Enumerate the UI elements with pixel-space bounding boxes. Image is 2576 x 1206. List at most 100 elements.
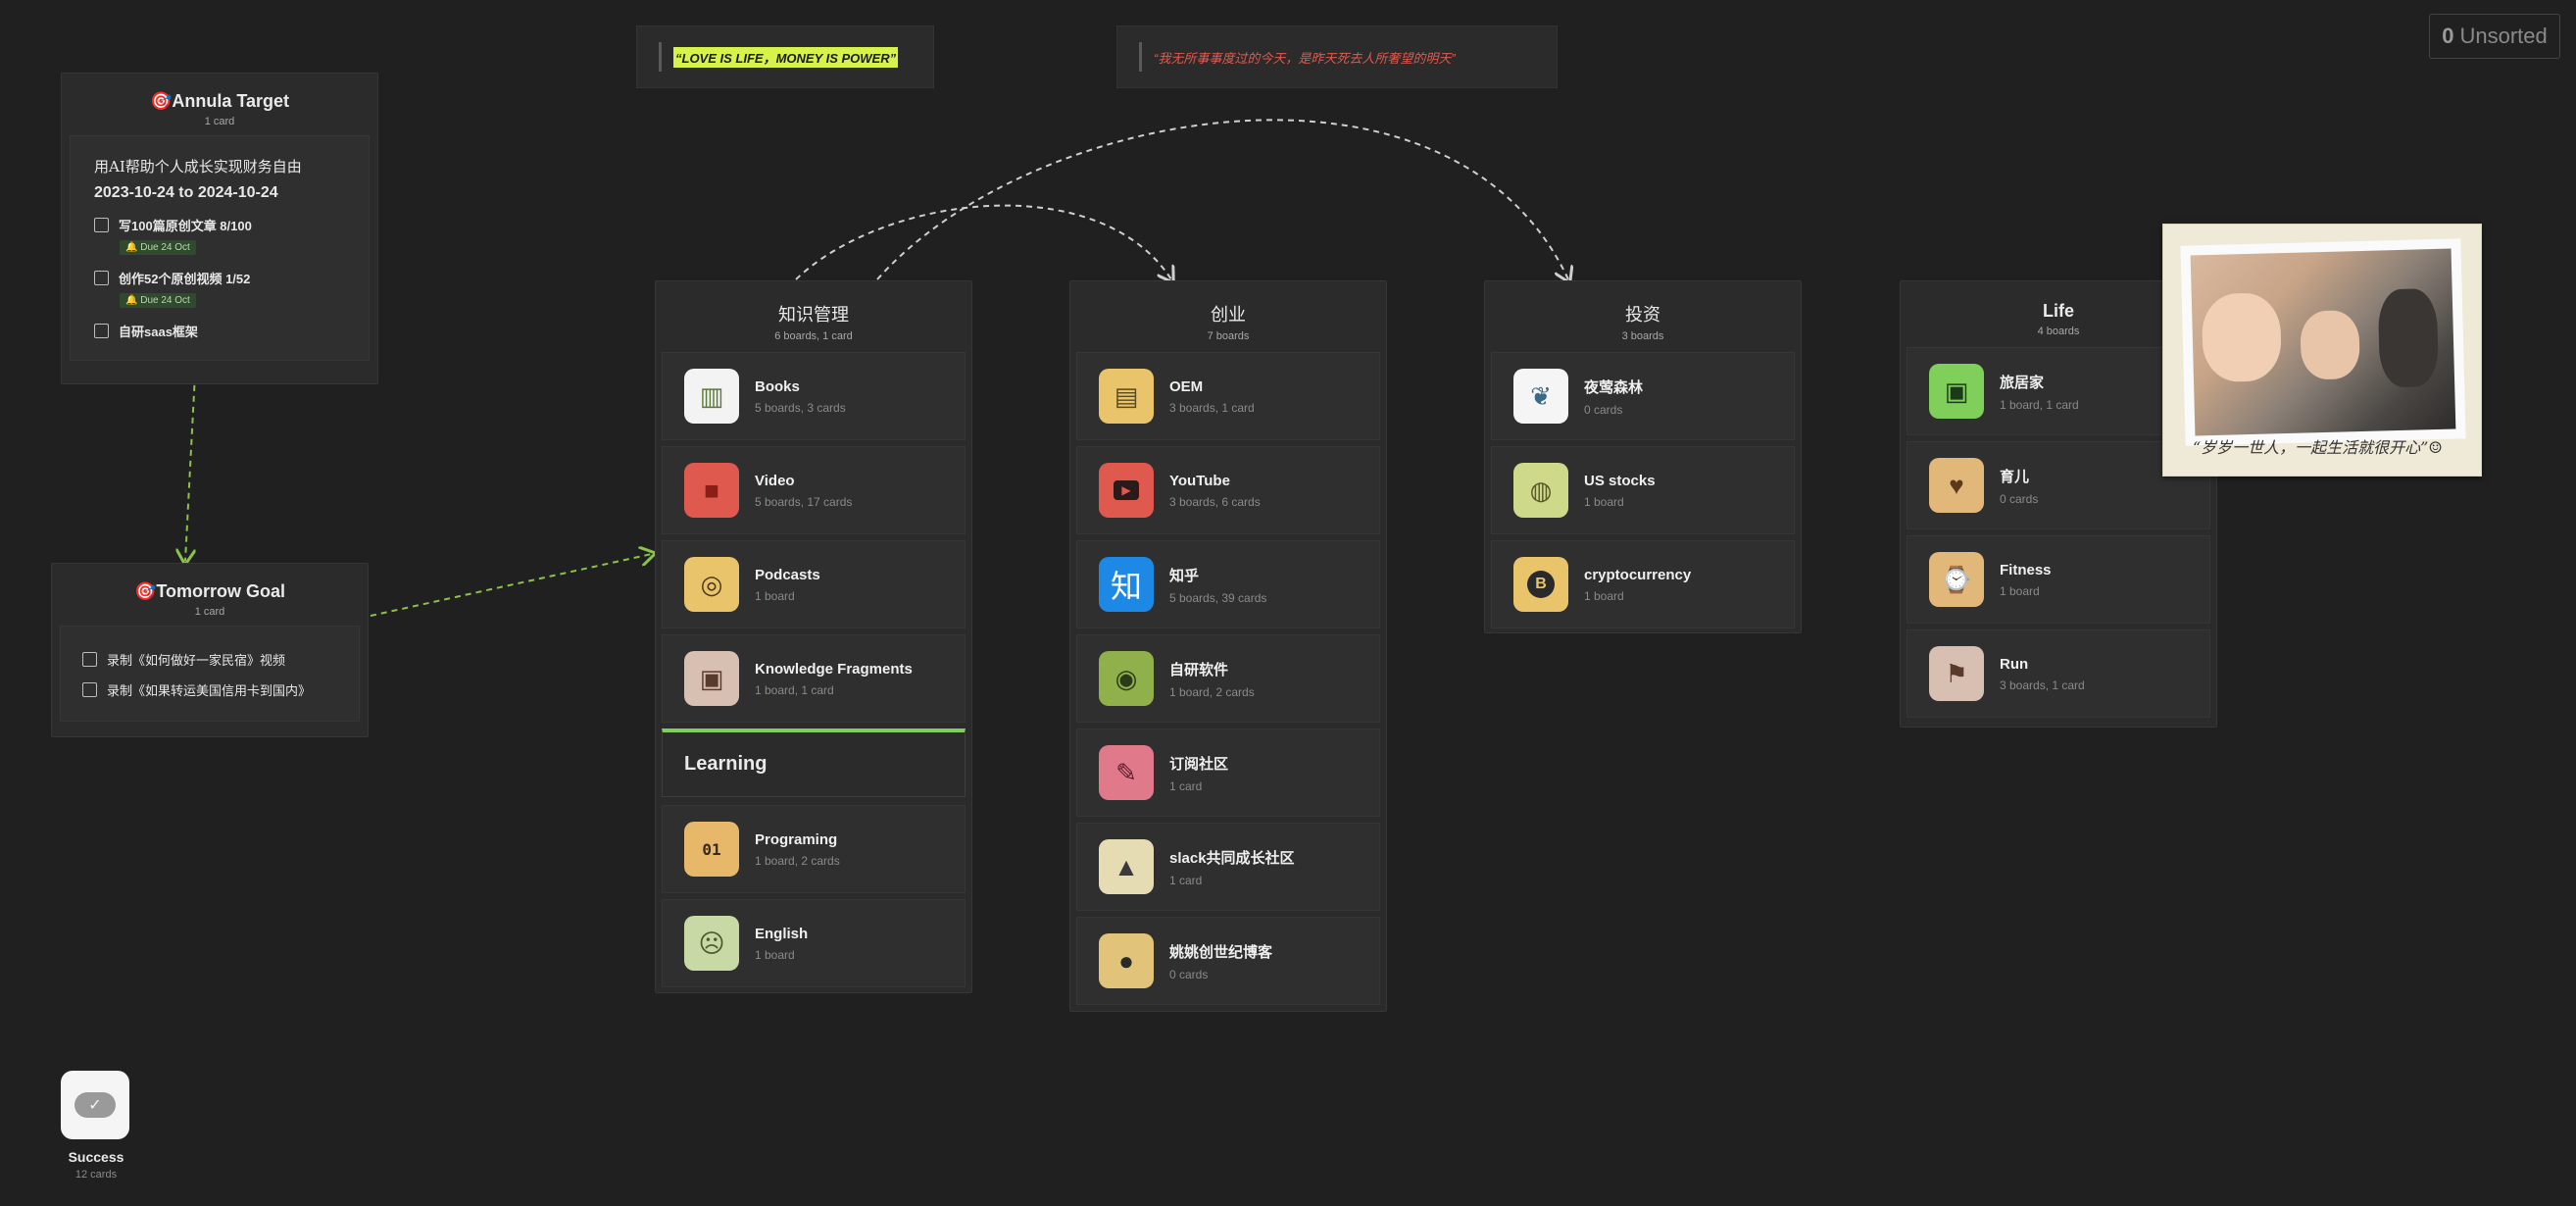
card-title: Video (755, 472, 795, 489)
board-card[interactable]: ▶ YouTube 3 boards, 6 cards (1076, 446, 1380, 534)
column-subtitle: 7 boards (1207, 330, 1250, 342)
card-title: YouTube (1169, 472, 1230, 489)
annual-goal-text: 用AI帮助个人成长实现财务自由 (94, 158, 302, 176)
board-card[interactable]: ▤ OEM 3 boards, 1 card (1076, 352, 1380, 440)
success-title: Success (68, 1149, 124, 1165)
youtube-icon: ▶ (1099, 463, 1154, 518)
quote-note-1[interactable]: “LOVE IS LIFE，MONEY IS POWER” (636, 25, 934, 88)
board-card[interactable]: ● 姚姚创世纪博客 0 cards (1076, 917, 1380, 1005)
card-subtitle: 5 boards, 39 cards (1169, 590, 1267, 605)
tomorrow-goal-title: 🎯Tomorrow Goal (133, 581, 286, 601)
board-card[interactable]: ▲ slack共同成长社区 1 card (1076, 823, 1380, 911)
board-card[interactable]: ◎ Podcasts 1 board (662, 540, 966, 628)
board-card[interactable]: ▣ Knowledge Fragments 1 board, 1 card (662, 634, 966, 723)
annual-target-count: 1 card (204, 116, 235, 127)
card-subtitle: 1 board (2000, 583, 2040, 598)
checkbox[interactable] (94, 271, 109, 285)
annual-task-2[interactable]: 创作52个原创视频 1/52 (94, 269, 369, 287)
column-startup[interactable]: 创业 7 boards ▤ OEM 3 boards, 1 card ▶ YouTub… (1069, 280, 1387, 1012)
card-title: Knowledge Fragments (755, 660, 913, 678)
unsorted-button[interactable]: 0 Unsorted (2429, 14, 2560, 59)
unsorted-count: 0 (2442, 24, 2454, 48)
passport-icon: ▣ (1929, 364, 1984, 419)
section-learning[interactable]: Learning (662, 729, 966, 797)
card-subtitle: 1 board, 1 card (755, 682, 834, 697)
checkbox[interactable] (94, 324, 109, 338)
card-subtitle: 1 board, 2 cards (1169, 684, 1255, 699)
checkbox[interactable] (82, 652, 97, 667)
quote-text-1: “LOVE IS LIFE，MONEY IS POWER” (673, 46, 899, 68)
annual-target-title: 🎯Annula Target (149, 91, 290, 111)
board-card[interactable]: ■ Video 5 boards, 17 cards (662, 446, 966, 534)
card-subtitle: 3 boards, 1 card (1169, 400, 1255, 415)
wallet-icon: ▣ (684, 651, 739, 706)
due-text: Due 24 Oct (140, 242, 190, 253)
board-card[interactable]: ◍ US stocks 1 board (1491, 446, 1795, 534)
annual-task-3[interactable]: 自研saas框架 (94, 322, 369, 340)
card-title: Fitness (2000, 561, 2052, 578)
binary-icon: 01 (684, 822, 739, 877)
card-title: 旅居家 (2000, 374, 2045, 391)
annual-task-1[interactable]: 写100篇原创文章 8/100 (94, 216, 369, 234)
runner-icon: ⚑ (1929, 646, 1984, 701)
card-title: OEM (1169, 377, 1204, 395)
card-subtitle: 1 board (755, 588, 795, 603)
card-subtitle: 1 board (1584, 588, 1624, 603)
card-title: 姚姚创世纪博客 (1169, 943, 1273, 961)
card-title: 育儿 (2000, 468, 2030, 485)
podcast-icon: ◎ (684, 557, 739, 612)
annual-target-card[interactable]: 用AI帮助个人成长实现财务自由 2023-10-24 to 2024-10-24… (70, 135, 370, 361)
card-title: Books (755, 377, 800, 395)
tomorrow-task-2[interactable]: 录制《如果转运美国信用卡到国内》 (82, 680, 359, 699)
column-knowledge-management[interactable]: 知识管理 6 boards, 1 card ▥ Books 5 boards, 3 … (655, 280, 972, 993)
checkbox[interactable] (82, 682, 97, 697)
board-card[interactable]: ▥ Books 5 boards, 3 cards (662, 352, 966, 440)
leaf-icon: ◉ (1099, 651, 1154, 706)
tomorrow-goal-column[interactable]: 🎯Tomorrow Goal 1 card 录制《如何做好一家民宿》视频 录制《… (51, 563, 369, 737)
cookie-icon: ◍ (1513, 463, 1568, 518)
annual-target-column[interactable]: 🎯Annula Target 1 card 用AI帮助个人成长实现财务自由 20… (61, 73, 378, 384)
card-title: 夜莺森林 (1584, 378, 1644, 396)
task-label: 创作52个原创视频 1/52 (119, 272, 251, 286)
card-subtitle: 3 boards, 1 card (2000, 678, 2085, 692)
card-subtitle: 1 card (1169, 779, 1203, 793)
quote-bar (1139, 42, 1142, 72)
column-investment[interactable]: 投资 3 boards ❦ 夜莺森林 0 cards ◍ US stocks 1 boa… (1484, 280, 1802, 633)
board-card[interactable]: Bcryptocurrency 1 board (1491, 540, 1795, 628)
photo-frame (2180, 238, 2466, 446)
photo-caption: “岁岁一世人，一起生活就很开心”☺ (2193, 438, 2443, 457)
machine-icon: ▤ (1099, 369, 1154, 424)
task-label: 录制《如果转运美国信用卡到国内》 (107, 683, 312, 698)
board-card[interactable]: ☹ English 1 board (662, 899, 966, 987)
quote-note-2[interactable]: “我无所事事度过的今天，是昨天死去人所奢望的明天” (1116, 25, 1558, 88)
books-icon: ▥ (684, 369, 739, 424)
board-card[interactable]: ❦ 夜莺森林 0 cards (1491, 352, 1795, 440)
column-title: 知识管理 (778, 305, 849, 325)
card-subtitle: 0 cards (1169, 967, 1209, 981)
board-card[interactable]: ◉ 自研软件 1 board, 2 cards (1076, 634, 1380, 723)
checkbox[interactable] (94, 218, 109, 232)
column-title: 投资 (1625, 305, 1660, 325)
watch-icon: ⌚ (1929, 552, 1984, 607)
column-title: 创业 (1211, 305, 1246, 325)
card-subtitle: 1 board, 2 cards (755, 853, 840, 868)
card-title: 自研软件 (1169, 661, 1229, 678)
task-label: 自研saas框架 (119, 325, 198, 339)
family-photo[interactable]: “岁岁一世人，一起生活就很开心”☺ (2162, 224, 2482, 477)
board-card[interactable]: ⚑ Run 3 boards, 1 card (1907, 629, 2210, 718)
card-subtitle: 1 board, 1 card (2000, 397, 2079, 412)
board-card[interactable]: ✎ 订阅社区 1 card (1076, 729, 1380, 817)
board-card[interactable]: 01 Programing 1 board, 2 cards (662, 805, 966, 893)
tomorrow-task-1[interactable]: 录制《如何做好一家民宿》视频 (82, 650, 359, 669)
success-board[interactable]: ✓ Success 12 cards (61, 1071, 131, 1181)
card-title: 知乎 (1169, 567, 1200, 584)
card-title: English (755, 925, 809, 942)
card-subtitle: 1 card (1169, 873, 1203, 887)
tomorrow-goal-card[interactable]: 录制《如何做好一家民宿》视频 录制《如果转运美国信用卡到国内》 (60, 626, 360, 722)
board-card[interactable]: 知知乎 5 boards, 39 cards (1076, 540, 1380, 628)
photo-image (2190, 248, 2456, 436)
card-title: Run (2000, 655, 2029, 673)
board-card[interactable]: ⌚ Fitness 1 board (1907, 535, 2210, 624)
bomb-icon: ● (1099, 933, 1154, 988)
card-subtitle: 1 board (755, 947, 795, 962)
